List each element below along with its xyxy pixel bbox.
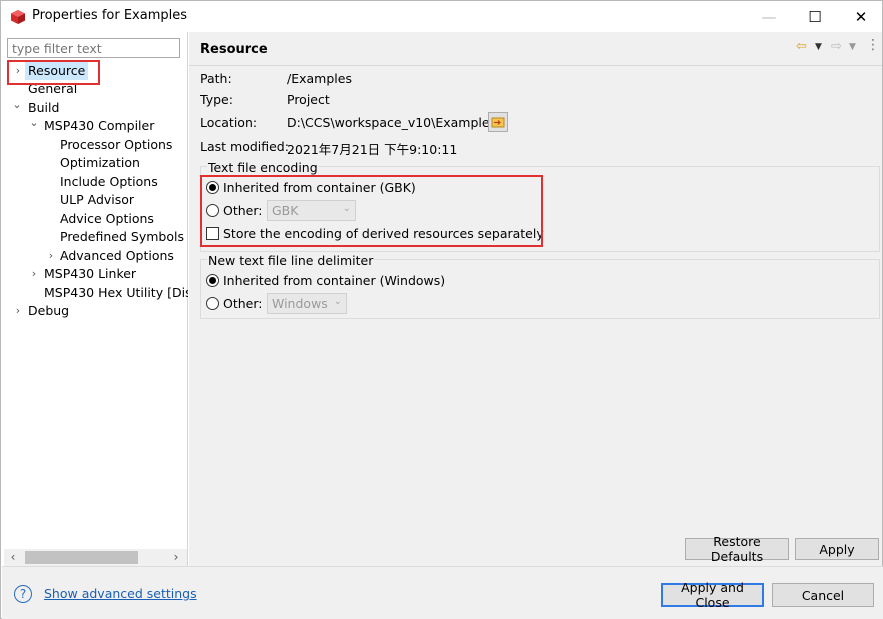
- encoding-other-radio[interactable]: [206, 204, 219, 217]
- maximize-icon: ☐: [808, 7, 822, 26]
- chevron-down-icon: ⌄: [333, 296, 342, 307]
- forward-dropdown-icon[interactable]: ▼: [849, 42, 856, 52]
- expand-arrow-icon[interactable]: ›: [12, 62, 24, 80]
- scrollbar-thumb[interactable]: [25, 551, 138, 564]
- restore-defaults-button[interactable]: Restore Defaults: [685, 534, 789, 564]
- property-tree: › Resource General ⌄ Build ⌄ MSP430 Comp…: [2, 61, 188, 547]
- tree-item-label[interactable]: Debug: [28, 302, 69, 320]
- view-menu-icon[interactable]: ⋮: [866, 37, 880, 53]
- page-header: Resource ⇦ ▼ ⇨ ▼ ⋮: [189, 32, 882, 66]
- folder-arrow-icon: [491, 117, 505, 128]
- app-cube-icon: [11, 10, 25, 24]
- title-bar: Properties for Examples — ☐ ✕: [1, 1, 882, 32]
- tree-item-label[interactable]: General: [28, 80, 77, 98]
- type-value: Project: [287, 92, 330, 107]
- horizontal-scrollbar[interactable]: ‹ ›: [4, 549, 187, 566]
- scroll-left-icon[interactable]: ‹: [6, 549, 20, 566]
- store-encoding-checkbox[interactable]: [206, 227, 219, 240]
- tree-item-label[interactable]: Advanced Options: [60, 247, 174, 265]
- encoding-select-value: GBK: [272, 203, 299, 218]
- properties-page: Resource ⇦ ▼ ⇨ ▼ ⋮ Path: /Examples Type:…: [189, 32, 882, 566]
- encoding-other-label[interactable]: Other:: [223, 203, 262, 218]
- dialog-button-bar: ? Show advanced settings Apply and Close…: [2, 566, 883, 619]
- tree-item-label[interactable]: MSP430 Compiler: [44, 117, 154, 135]
- close-button[interactable]: ✕: [838, 1, 883, 32]
- collapse-arrow-icon[interactable]: ⌄: [28, 114, 40, 132]
- window-title: Properties for Examples: [32, 8, 188, 23]
- close-icon: ✕: [854, 7, 868, 26]
- properties-dialog: Properties for Examples — ☐ ✕ › Resource…: [0, 0, 883, 619]
- path-value: /Examples: [287, 71, 352, 86]
- group-title: New text file line delimiter: [207, 253, 375, 268]
- tree-item-label[interactable]: Resource: [25, 62, 89, 80]
- back-dropdown-icon[interactable]: ▼: [815, 42, 822, 52]
- tree-item-label[interactable]: MSP430 Hex Utility [Dis: [44, 284, 188, 302]
- open-location-button[interactable]: [488, 112, 508, 132]
- encoding-inherited-radio[interactable]: [206, 181, 219, 194]
- expand-arrow-icon[interactable]: ›: [12, 302, 24, 320]
- expand-arrow-icon[interactable]: ›: [45, 247, 57, 265]
- tree-item-label[interactable]: Processor Options: [60, 136, 172, 154]
- encoding-inherited-label[interactable]: Inherited from container (GBK): [223, 180, 416, 195]
- delimiter-inherited-label[interactable]: Inherited from container (Windows): [223, 273, 445, 288]
- tree-item-label[interactable]: ULP Advisor: [60, 191, 134, 209]
- location-value: D:\CCS\workspace_v10\Examples: [287, 115, 497, 130]
- help-icon[interactable]: ?: [14, 585, 32, 603]
- tree-item-label[interactable]: Predefined Symbols: [60, 228, 184, 246]
- tree-item-label[interactable]: Include Options: [60, 173, 158, 191]
- last-modified-label: Last modified:: [200, 139, 289, 154]
- back-arrow-icon[interactable]: ⇦: [796, 39, 807, 54]
- text-encoding-group: Text file encoding Inherited from contai…: [200, 160, 880, 252]
- maximize-button[interactable]: ☐: [792, 1, 838, 32]
- filter-input[interactable]: [7, 38, 180, 58]
- delimiter-select[interactable]: Windows ⌄: [267, 293, 347, 314]
- location-label: Location:: [200, 115, 258, 130]
- expand-arrow-icon[interactable]: ›: [28, 265, 40, 283]
- page-title: Resource: [200, 42, 268, 57]
- forward-arrow-icon[interactable]: ⇨: [831, 39, 842, 54]
- encoding-select[interactable]: GBK ⌄: [267, 200, 356, 221]
- group-title: Text file encoding: [207, 160, 319, 175]
- chevron-down-icon: ⌄: [342, 203, 351, 214]
- path-label: Path:: [200, 71, 232, 86]
- tree-item-label[interactable]: MSP430 Linker: [44, 265, 136, 283]
- last-modified-value: 2021年7月21日 下午9:10:11: [287, 142, 458, 157]
- delimiter-other-radio[interactable]: [206, 297, 219, 310]
- tree-item-label[interactable]: Advice Options: [60, 210, 154, 228]
- minimize-icon: —: [761, 7, 777, 26]
- delimiter-inherited-radio[interactable]: [206, 274, 219, 287]
- apply-and-close-button[interactable]: Apply and Close: [661, 580, 764, 610]
- cancel-button[interactable]: Cancel: [772, 583, 874, 607]
- scroll-right-icon[interactable]: ›: [169, 549, 183, 566]
- apply-button[interactable]: Apply: [795, 538, 879, 560]
- store-encoding-label[interactable]: Store the encoding of derived resources …: [223, 226, 544, 241]
- navigation-pane: › Resource General ⌄ Build ⌄ MSP430 Comp…: [2, 32, 188, 566]
- minimize-button[interactable]: —: [746, 1, 792, 32]
- delimiter-other-label[interactable]: Other:: [223, 296, 262, 311]
- line-delimiter-group: New text file line delimiter Inherited f…: [200, 253, 880, 319]
- type-label: Type:: [200, 92, 233, 107]
- show-advanced-settings-link[interactable]: Show advanced settings: [44, 586, 197, 601]
- collapse-arrow-icon[interactable]: ⌄: [11, 96, 23, 114]
- delimiter-select-value: Windows: [272, 296, 328, 311]
- tree-item-label[interactable]: Optimization: [60, 154, 140, 172]
